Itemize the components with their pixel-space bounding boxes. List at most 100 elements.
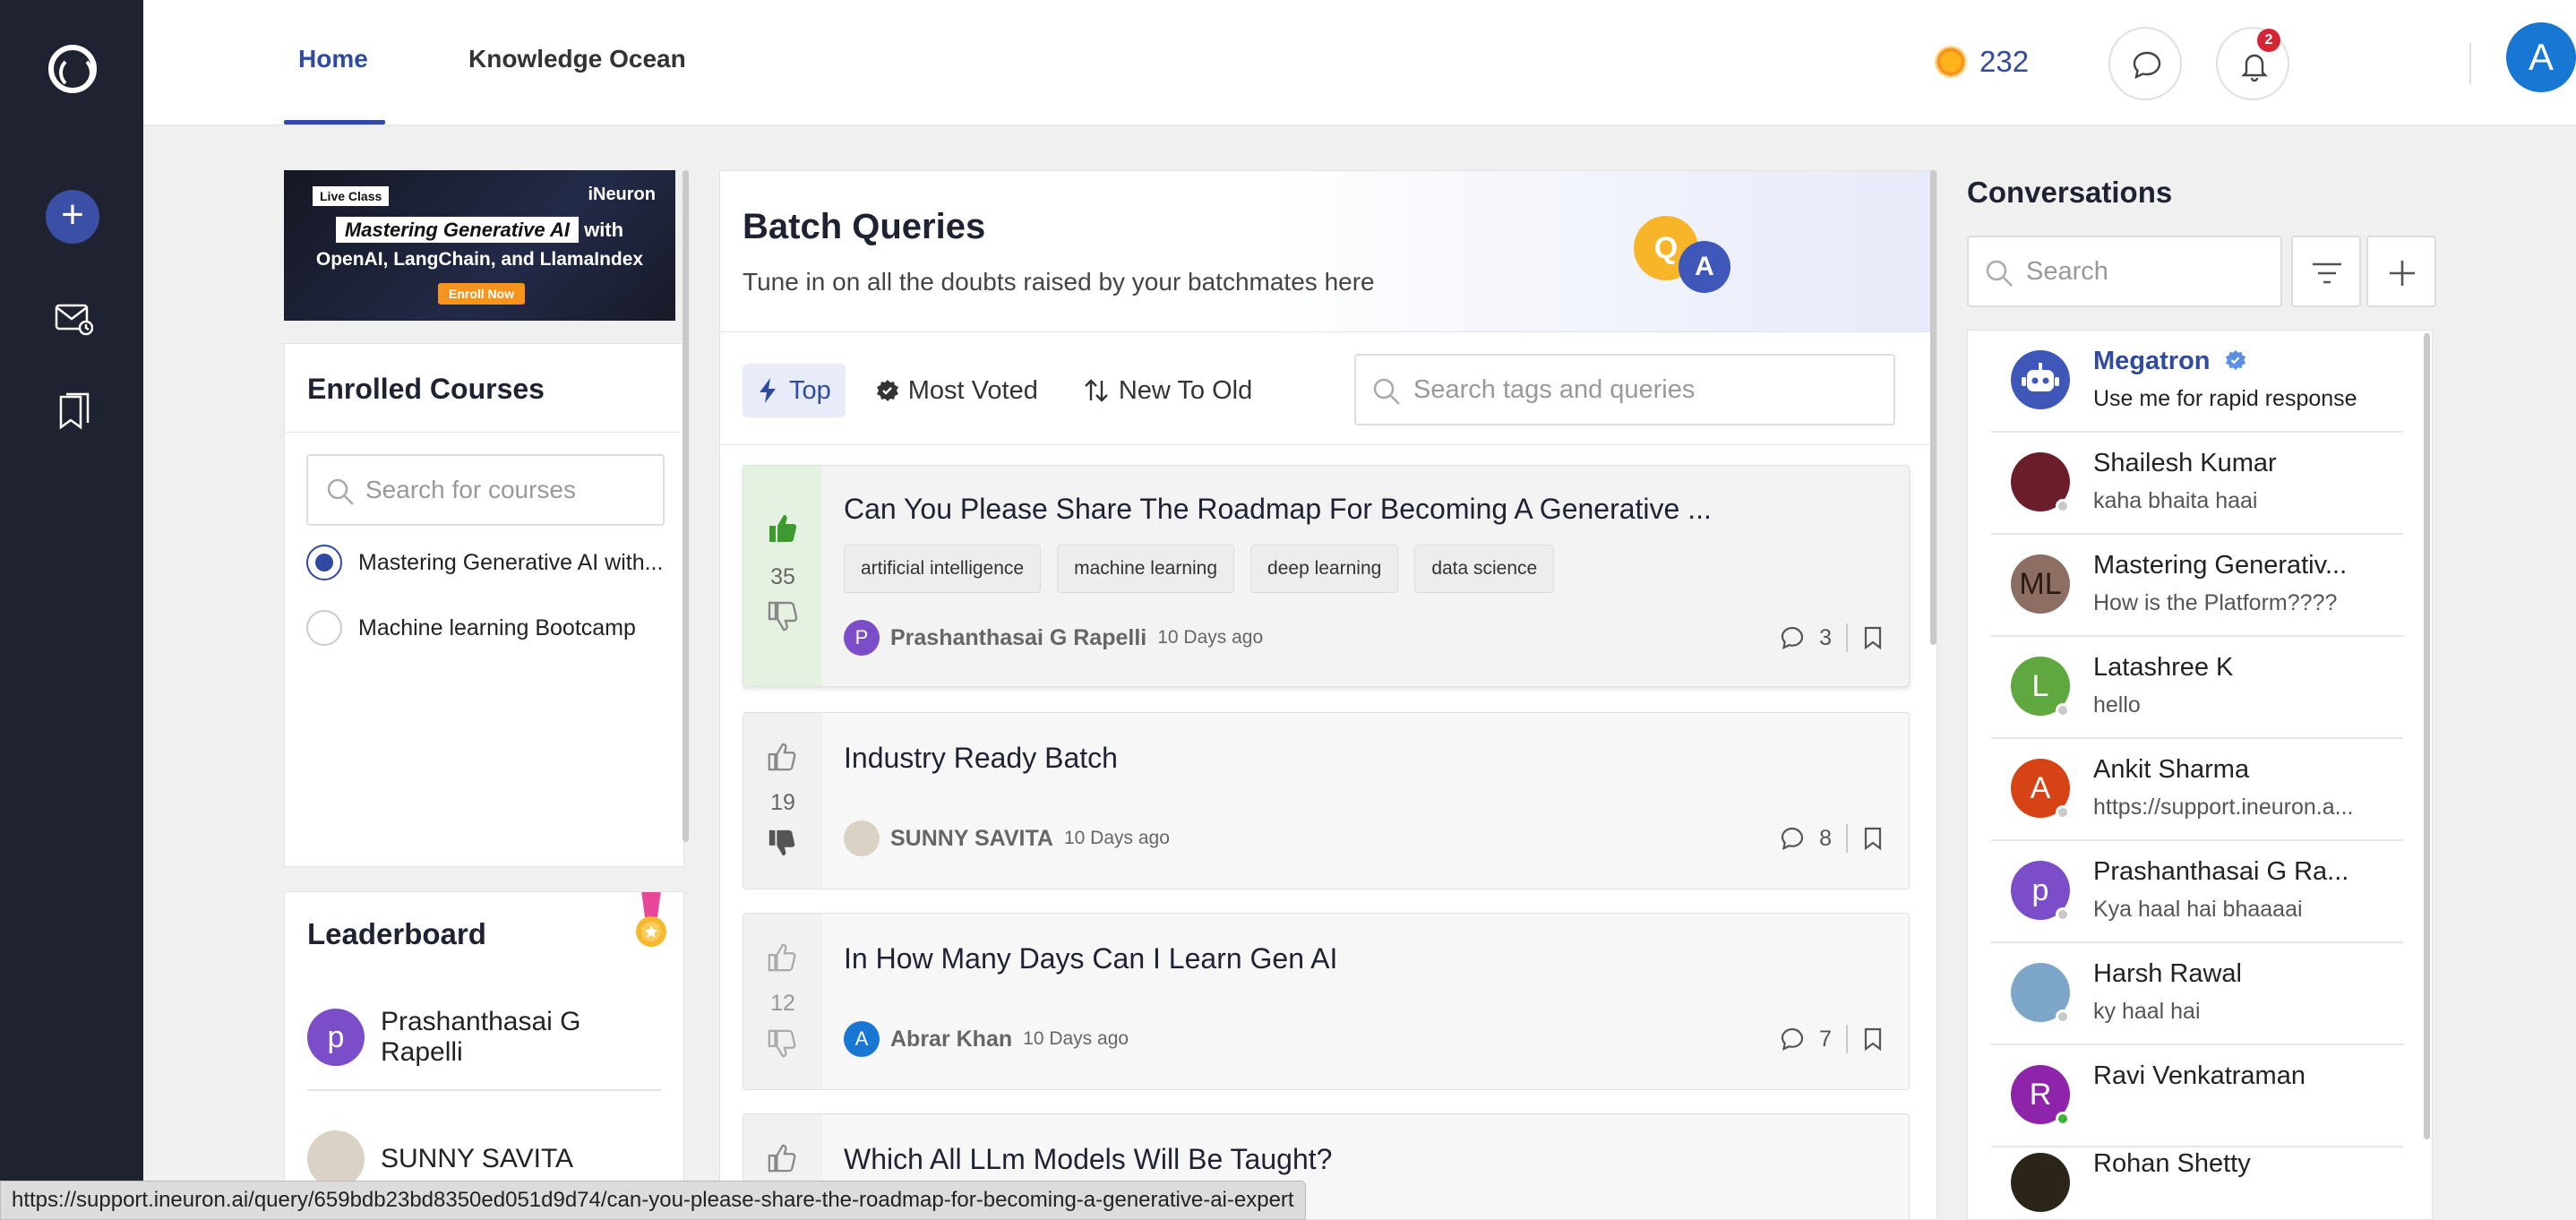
query-title[interactable]: Can You Please Share The Roadmap For Bec… <box>844 493 1712 526</box>
tag[interactable]: machine learning <box>1057 545 1235 593</box>
bookmark-icon[interactable] <box>1862 826 1884 851</box>
create-button[interactable]: + <box>46 190 99 244</box>
filter-label: New To Old <box>1118 375 1253 405</box>
course-option-2[interactable]: Machine learning Bootcamp <box>306 610 636 646</box>
notifications-button[interactable]: 2 <box>2216 27 2289 100</box>
conversation-search-input[interactable] <box>2026 237 2268 305</box>
conversation-search-box[interactable] <box>1967 236 2282 307</box>
batch-queries-header: Batch Queries Tune in on all the doubts … <box>720 171 1936 332</box>
course-search-input[interactable] <box>365 456 652 524</box>
thumbs-down-icon[interactable] <box>767 1028 797 1059</box>
bookmark-icon[interactable] <box>1862 625 1884 650</box>
query-meta: 8 <box>1780 824 1884 853</box>
tab-knowledge-ocean[interactable]: Knowledge Ocean <box>468 45 686 73</box>
query-author[interactable]: SUNNY SAVITA 10 Days ago <box>844 820 1170 856</box>
vote-count: 12 <box>770 991 795 1016</box>
thumbs-up-icon[interactable] <box>767 1143 797 1173</box>
brand-logo: iNeuron <box>588 185 656 204</box>
tag[interactable]: artificial intelligence <box>844 545 1042 593</box>
coin-balance[interactable]: 232 <box>1935 45 2029 79</box>
conversation-item[interactable]: A Ankit Sharma https://support.ineuron.a… <box>1991 739 2403 841</box>
user-avatar[interactable]: A <box>2506 22 2576 92</box>
thumbs-down-icon[interactable] <box>767 828 797 858</box>
conversation-item[interactable]: Megatron Use me for rapid response <box>1991 331 2403 433</box>
leaderboard-entry[interactable]: SUNNY SAVITA <box>307 1130 573 1188</box>
course-search-box[interactable] <box>306 454 665 526</box>
comment-icon[interactable] <box>1780 826 1805 851</box>
query-title[interactable]: Industry Ready Batch <box>844 742 1118 775</box>
plus-icon <box>2390 261 2415 286</box>
comment-icon[interactable] <box>1780 625 1805 650</box>
new-conversation-button[interactable] <box>2366 236 2436 307</box>
query-title[interactable]: In How Many Days Can I Learn Gen AI <box>844 942 1337 975</box>
page-subtitle: Tune in on all the doubts raised by your… <box>743 268 1375 296</box>
tag[interactable]: deep learning <box>1250 545 1399 593</box>
avatar <box>2011 1153 2070 1212</box>
offline-status-dot <box>2056 499 2070 513</box>
header-divider <box>2469 43 2471 84</box>
enroll-now-button[interactable]: Enroll Now <box>438 283 526 305</box>
right-scrollbar[interactable] <box>2424 333 2430 1139</box>
query-search-input[interactable] <box>1413 356 1879 424</box>
middle-scrollbar[interactable] <box>1930 170 1936 645</box>
verified-icon <box>876 380 898 401</box>
query-author[interactable]: A Abrar Khan 10 Days ago <box>844 1021 1129 1057</box>
divider <box>285 432 683 433</box>
filter-top[interactable]: Top <box>743 364 846 417</box>
bot-avatar <box>2011 350 2070 409</box>
app-logo-icon[interactable] <box>48 45 97 93</box>
filter-icon <box>2313 262 2341 284</box>
bookmark-icon[interactable] <box>1862 1027 1884 1052</box>
mail-icon[interactable] <box>54 298 93 338</box>
thumbs-up-icon[interactable] <box>767 942 797 973</box>
bookmarks-icon[interactable] <box>54 391 93 431</box>
vote-column: 35 <box>743 466 822 686</box>
filter-new-to-old[interactable]: New To Old <box>1069 364 1267 417</box>
conversation-item[interactable]: Shailesh Kumar kaha bhaita haai <box>1991 433 2403 535</box>
conversation-preview: Use me for rapid response <box>2093 386 2357 411</box>
conversation-item[interactable]: R Ravi Venkatraman <box>1991 1045 2403 1147</box>
batch-queries-panel: Batch Queries Tune in on all the doubts … <box>719 170 1937 1220</box>
name-line: Prashanthasai G <box>381 1007 581 1036</box>
query-card[interactable]: 35 Can You Please Share The Roadmap For … <box>743 465 1910 687</box>
conversation-item[interactable]: Rohan Shetty <box>1991 1133 2403 1219</box>
promo-banner[interactable]: Live Class iNeuron Mastering Generative … <box>284 170 675 321</box>
leaderboard-entry[interactable]: p Prashanthasai G Rapelli <box>307 1007 580 1068</box>
conversation-item[interactable]: Harsh Rawal ky haal hai <box>1991 943 2403 1045</box>
conversation-name: Ankit Sharma <box>2093 755 2250 784</box>
conversation-item[interactable]: ML Mastering Generativ... How is the Pla… <box>1991 535 2403 637</box>
live-class-label: Live Class <box>313 186 390 206</box>
comment-count: 7 <box>1819 1026 1832 1052</box>
comment-icon[interactable] <box>1780 1027 1805 1052</box>
query-card[interactable]: 19 Industry Ready Batch SUNNY SAVITA 10 … <box>743 712 1910 889</box>
thumbs-up-icon[interactable] <box>767 742 797 772</box>
verified-icon <box>2225 349 2245 371</box>
filter-button[interactable] <box>2291 236 2361 307</box>
conversation-preview: https://support.ineuron.a... <box>2093 795 2354 820</box>
leaderboard-name: SUNNY SAVITA <box>381 1144 574 1173</box>
offline-status-dot <box>2056 1010 2070 1024</box>
radio-unselected[interactable] <box>306 610 342 646</box>
coin-count: 232 <box>1979 45 2030 78</box>
course-option-1[interactable]: Mastering Generative AI with... <box>306 545 663 580</box>
query-search-box[interactable] <box>1354 354 1895 425</box>
conversation-item[interactable]: p Prashanthasai G Ra... Kya haal hai bha… <box>1991 841 2403 943</box>
vote-count: 35 <box>770 564 795 589</box>
post-time: 10 Days ago <box>1063 828 1170 848</box>
conversation-name: Latashree K <box>2093 653 2234 682</box>
thumbs-up-icon[interactable] <box>767 512 799 545</box>
left-scrollbar[interactable] <box>683 170 689 842</box>
name-line: Rapelli <box>381 1037 463 1067</box>
conversation-item[interactable]: L Latashree K hello <box>1991 637 2403 739</box>
tag[interactable]: data science <box>1414 545 1555 593</box>
query-card[interactable]: 12 In How Many Days Can I Learn Gen AI A… <box>743 913 1910 1090</box>
thumbs-down-icon[interactable] <box>767 600 799 632</box>
query-author[interactable]: P Prashanthasai G Rapelli 10 Days ago <box>844 620 1263 656</box>
filter-most-voted[interactable]: Most Voted <box>862 364 1052 417</box>
tab-home[interactable]: Home <box>298 45 368 73</box>
query-title[interactable]: Which All LLm Models Will Be Taught? <box>844 1143 1332 1176</box>
coin-icon <box>1935 46 1967 78</box>
radio-selected[interactable] <box>306 545 342 580</box>
sort-filters: Top Most Voted New To Old <box>743 364 1267 417</box>
chat-button[interactable] <box>2108 27 2182 100</box>
